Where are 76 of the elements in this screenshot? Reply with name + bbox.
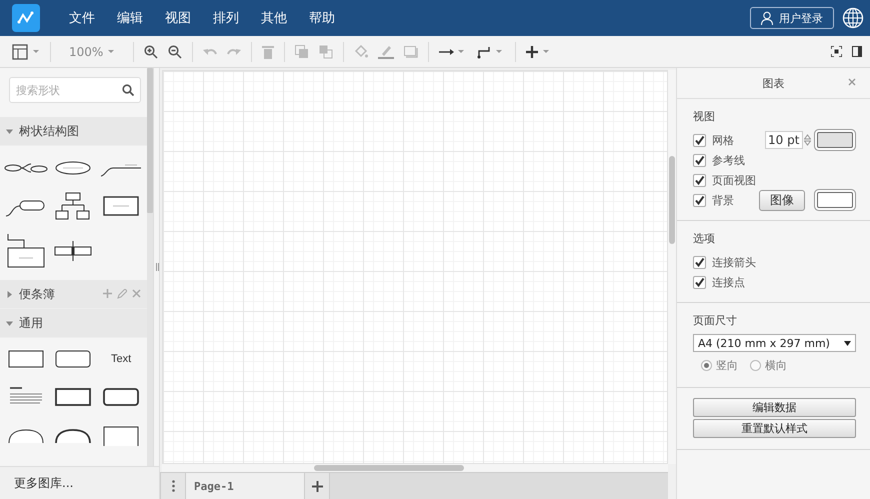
page-size-dropdown[interactable]: A4 (210 mm x 297 mm) <box>693 334 856 352</box>
fullscreen-icon[interactable] <box>831 46 842 57</box>
checkbox[interactable] <box>693 154 706 166</box>
section-header[interactable]: 便条簿 <box>0 280 147 309</box>
checkbox[interactable] <box>693 134 706 146</box>
collapsed-arrow-icon[interactable] <box>6 290 13 298</box>
zoom-out-icon[interactable] <box>168 44 182 58</box>
tree-root-box-icon <box>103 196 140 216</box>
panel-title: 图表 <box>762 76 784 90</box>
search-field[interactable]: 搜索形状 <box>9 77 141 103</box>
menu-item[interactable]: 帮助 <box>298 9 346 27</box>
plus-icon <box>312 480 322 492</box>
user-icon <box>761 11 773 25</box>
option-label: 连接点 <box>712 274 746 290</box>
thick-ellipse-shape-icon[interactable] <box>55 429 92 443</box>
text-shape[interactable]: Text <box>111 353 132 365</box>
thick-rectangle-shape-icon[interactable] <box>55 388 92 406</box>
background-color-swatch[interactable] <box>817 192 853 208</box>
section-header[interactable]: 树状结构图 <box>0 117 147 146</box>
scrollbar-thumb[interactable] <box>147 68 153 213</box>
checkbox[interactable] <box>693 194 706 206</box>
action-button[interactable]: 编辑数据 <box>693 398 856 417</box>
image-button[interactable]: 图像 <box>759 190 805 210</box>
checkbox[interactable] <box>693 174 706 186</box>
spinner-arrows-icon[interactable] <box>804 134 811 146</box>
checkbox[interactable] <box>693 276 706 288</box>
option-label: 参考线 <box>712 152 746 168</box>
rounded-rectangle-shape-icon[interactable] <box>55 350 92 368</box>
option-label: 连接箭头 <box>712 254 757 270</box>
menu-item[interactable]: 视图 <box>154 9 202 27</box>
sub-tree-box-icon <box>6 234 45 268</box>
more-libraries-link[interactable]: 更多图库... <box>0 466 159 499</box>
checkbox[interactable] <box>693 256 706 268</box>
search-icon <box>122 84 134 96</box>
menu-item[interactable]: 排列 <box>202 9 250 27</box>
action-button[interactable]: 重置默认样式 <box>693 419 856 438</box>
pencil-line-icon[interactable] <box>378 44 394 59</box>
horizontal-scrollbar-thumb[interactable] <box>314 465 464 471</box>
zoom-in-icon[interactable] <box>144 44 158 58</box>
option-label: 页面视图 <box>712 172 757 188</box>
vertical-scrollbar-thumb[interactable] <box>669 156 675 244</box>
org-chart-icon <box>55 192 92 220</box>
caret-icon <box>107 49 116 54</box>
globe-icon[interactable] <box>842 7 864 29</box>
menu-item[interactable]: 文件 <box>58 9 106 27</box>
grid-size-field[interactable]: 10 pt <box>765 131 803 149</box>
option-label: 背景 <box>712 192 735 208</box>
section-title: 选项 <box>693 231 716 246</box>
radio-button[interactable] <box>701 360 712 371</box>
rectangle-shape-icon[interactable] <box>8 350 44 368</box>
close-icon[interactable] <box>848 78 856 86</box>
menu-item[interactable]: 其他 <box>250 9 298 27</box>
section-title: 页面尺寸 <box>693 313 738 328</box>
thick-rounded-rectangle-shape-icon[interactable] <box>103 388 140 406</box>
login-button[interactable]: 用户登录 <box>750 7 834 29</box>
square-shape-icon[interactable] <box>103 426 140 446</box>
section-header[interactable]: 通用 <box>0 309 147 338</box>
menu-item[interactable]: 编辑 <box>106 9 154 27</box>
dropdown-caret-icon <box>844 340 851 346</box>
sidebar-toggle-icon[interactable] <box>852 46 862 57</box>
ellipse-shape-icon[interactable] <box>8 429 44 443</box>
add-page-button[interactable] <box>304 473 330 499</box>
grid-color-swatch[interactable] <box>817 132 853 148</box>
page-tab[interactable]: Page-1 <box>186 473 304 499</box>
option-label: 网格 <box>712 132 735 148</box>
radio-button[interactable] <box>750 360 761 371</box>
split-nodes-icon <box>53 241 94 261</box>
expanded-arrow-icon[interactable] <box>6 320 13 326</box>
radio-label: 竖向 <box>716 358 738 373</box>
vertical-dots-icon <box>172 480 174 492</box>
zigzag-line-icon <box>17 10 35 26</box>
section-title: 视图 <box>693 109 716 124</box>
panel-layout-icon[interactable] <box>12 44 40 60</box>
radio-label: 横向 <box>765 358 787 373</box>
expanded-arrow-icon[interactable] <box>6 128 13 134</box>
splitter-grip-icon[interactable] <box>156 263 158 271</box>
